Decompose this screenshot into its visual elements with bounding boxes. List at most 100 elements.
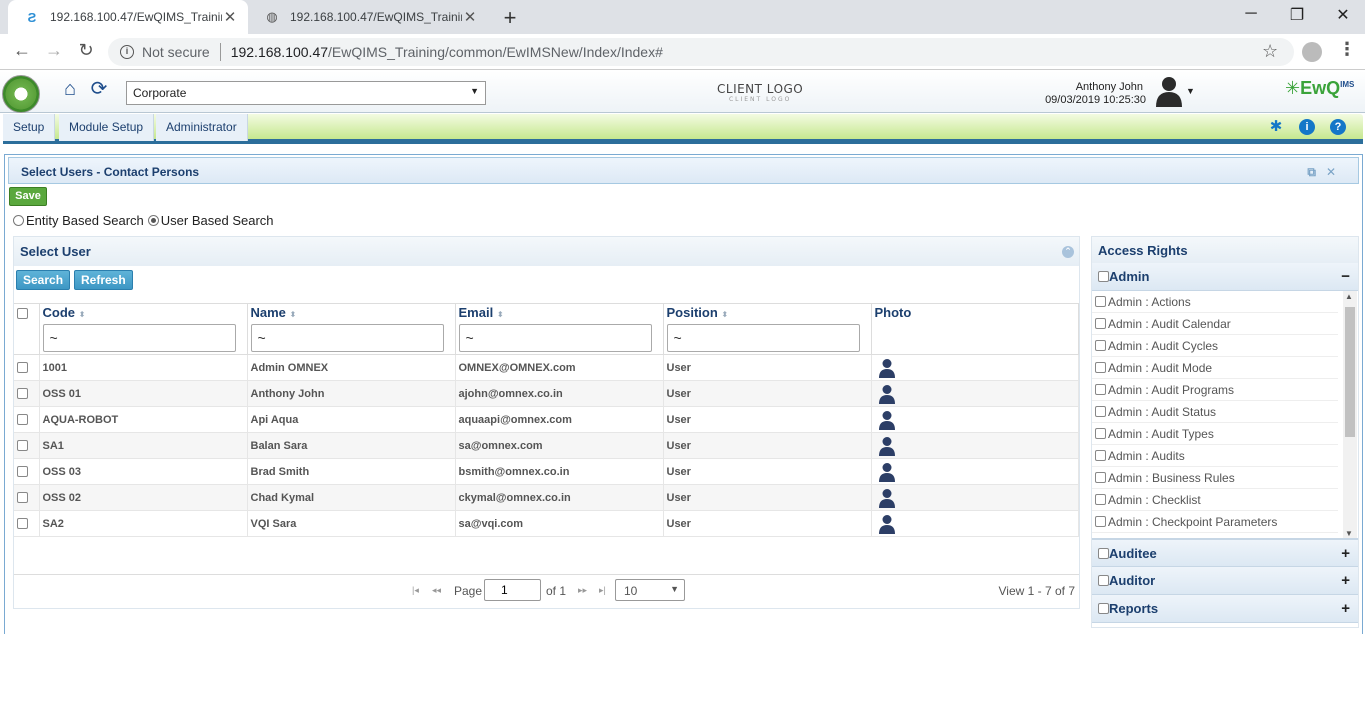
email-filter-input[interactable] [458, 323, 652, 352]
popout-icon[interactable]: ⧉ [1307, 165, 1326, 179]
expand-icon[interactable]: + [1341, 572, 1350, 589]
scrollbar-thumb[interactable] [1345, 307, 1355, 437]
access-right-item[interactable]: Admin : Business Rules [1092, 467, 1338, 489]
window-close-icon[interactable]: ✕ [1328, 5, 1358, 25]
column-header-email[interactable]: Email ⬍ [455, 303, 664, 322]
access-right-item[interactable]: Admin : Actions [1092, 291, 1338, 313]
info-icon[interactable]: i [120, 45, 134, 59]
menu-administrator[interactable]: Administrator [156, 114, 248, 141]
organization-select[interactable]: Corporate ▼ [126, 81, 486, 105]
access-right-checkbox[interactable] [1095, 340, 1106, 351]
row-checkbox[interactable] [17, 388, 28, 400]
restore-icon[interactable]: ❐ [1282, 5, 1312, 25]
last-page-icon[interactable]: ▸| [599, 585, 606, 596]
group-checkbox[interactable] [1098, 603, 1109, 614]
column-header-code[interactable]: Code ⬍ [39, 303, 248, 322]
access-group-auditor[interactable]: Auditor + [1092, 567, 1358, 595]
search-button[interactable]: Search [16, 270, 71, 290]
save-button[interactable]: Save [9, 187, 47, 206]
access-right-item[interactable]: Admin : Audit Mode [1092, 357, 1338, 379]
browser-menu-icon[interactable]: ⋮ [1338, 39, 1356, 60]
access-right-item[interactable]: Admin : Audit Cycles [1092, 335, 1338, 357]
row-checkbox[interactable] [17, 466, 28, 478]
profile-avatar[interactable] [1302, 42, 1322, 62]
back-arrow-icon[interactable]: ← [10, 40, 34, 61]
browser-tab-2[interactable]: ◍ 192.168.100.47/EwQIMS_Training ✕ [248, 0, 488, 34]
name-filter-input[interactable] [250, 323, 444, 352]
minimize-icon[interactable]: ─ [1236, 5, 1266, 23]
access-right-checkbox[interactable] [1095, 362, 1106, 373]
dialog-close-icon[interactable]: ✕ [1326, 165, 1346, 179]
bookmark-star-icon[interactable]: ☆ [1262, 41, 1278, 62]
user-based-search-radio[interactable] [147, 215, 159, 226]
help-icon[interactable]: ? [1330, 119, 1346, 135]
home-icon[interactable]: ⌂ [58, 77, 82, 101]
column-header-name[interactable]: Name ⬍ [247, 303, 456, 322]
refresh-button[interactable]: Refresh [74, 270, 133, 290]
access-group-reports[interactable]: Reports + [1092, 595, 1358, 623]
table-row[interactable]: OSS 03 Brad Smith bsmith@omnex.co.in User [14, 458, 1079, 485]
next-page-icon[interactable]: ▸▸ [578, 585, 587, 596]
row-checkbox[interactable] [17, 414, 28, 426]
access-right-item[interactable]: Admin : Audits [1092, 445, 1338, 467]
row-checkbox[interactable] [17, 362, 28, 374]
scrollbar[interactable]: ▲ ▼ [1343, 291, 1357, 538]
access-group-admin[interactable]: Admin − [1092, 263, 1358, 291]
group-checkbox[interactable] [1098, 547, 1109, 559]
row-checkbox[interactable] [17, 492, 28, 504]
page-number-input[interactable] [484, 579, 541, 601]
table-row[interactable]: AQUA-ROBOT Api Aqua aquaapi@omnex.com User [14, 406, 1079, 433]
table-row[interactable]: OSS 02 Chad Kymal ckymal@omnex.co.in User [14, 484, 1079, 511]
group-checkbox[interactable] [1098, 271, 1109, 282]
table-row[interactable]: SA1 Balan Sara sa@omnex.com User [14, 432, 1079, 459]
access-right-item[interactable]: Admin : Audit Calendar [1092, 313, 1338, 335]
access-group-auditee[interactable]: Auditee + [1092, 539, 1358, 567]
forward-arrow-icon[interactable]: → [42, 40, 66, 61]
collapse-icon[interactable]: − [1341, 268, 1350, 285]
reload-icon[interactable]: ↻ [74, 40, 98, 61]
row-checkbox[interactable] [17, 440, 28, 452]
browser-tab-1[interactable]: Ƨ 192.168.100.47/EwQIMS_Training ✕ [8, 0, 248, 34]
user-avatar-icon[interactable] [1154, 75, 1184, 107]
expand-icon[interactable]: + [1341, 545, 1350, 562]
access-right-checkbox[interactable] [1095, 406, 1106, 417]
access-right-checkbox[interactable] [1095, 450, 1106, 461]
close-tab-icon[interactable]: ✕ [222, 8, 238, 26]
access-right-checkbox[interactable] [1095, 384, 1106, 395]
prev-page-icon[interactable]: ◂◂ [432, 585, 441, 596]
entity-based-search-radio[interactable] [13, 215, 24, 226]
table-row[interactable]: SA2 VQI Sara sa@vqi.com User [14, 510, 1079, 537]
user-menu-chevron-icon[interactable]: ▼ [1186, 86, 1195, 96]
first-page-icon[interactable]: |◂ [412, 585, 419, 596]
menu-setup[interactable]: Setup [3, 114, 56, 141]
access-right-item[interactable]: Admin : Checklist [1092, 489, 1338, 511]
group-checkbox[interactable] [1098, 575, 1109, 586]
code-filter-input[interactable] [42, 323, 236, 352]
access-right-checkbox[interactable] [1095, 428, 1106, 439]
select-all-checkbox[interactable] [17, 308, 28, 320]
access-right-item[interactable]: Admin : Audit Programs [1092, 379, 1338, 401]
table-row[interactable]: OSS 01 Anthony John ajohn@omnex.co.in User [14, 380, 1079, 407]
access-right-checkbox[interactable] [1095, 296, 1106, 307]
access-right-checkbox[interactable] [1095, 472, 1106, 483]
column-header-position[interactable]: Position ⬍ [663, 303, 872, 322]
access-right-checkbox[interactable] [1095, 494, 1106, 505]
access-right-item[interactable]: Admin : Audit Status [1092, 401, 1338, 423]
access-right-checkbox[interactable] [1095, 516, 1106, 527]
access-right-checkbox[interactable] [1095, 318, 1106, 329]
close-tab-icon[interactable]: ✕ [462, 8, 478, 26]
expand-icon[interactable]: + [1341, 600, 1350, 617]
pin-icon[interactable]: ✱ [1268, 119, 1284, 135]
position-filter-input[interactable] [666, 323, 860, 352]
menu-module-setup[interactable]: Module Setup [59, 114, 155, 141]
access-right-item[interactable]: Admin : Checkpoint Parameters [1092, 511, 1338, 533]
refresh-icon[interactable]: ⟳ [87, 77, 111, 101]
row-checkbox[interactable] [17, 518, 28, 530]
new-tab-button[interactable]: + [498, 5, 522, 31]
access-right-item[interactable]: Admin : Audit Types [1092, 423, 1338, 445]
table-row[interactable]: 1001 Admin OMNEX OMNEX@OMNEX.com User [14, 354, 1079, 381]
collapse-icon[interactable]: ⌃ [1062, 246, 1074, 258]
info-circle-icon[interactable]: i [1299, 119, 1315, 135]
url-field[interactable]: i Not secure 192.168.100.47 /EwQIMS_Trai… [108, 38, 1294, 66]
page-size-select[interactable]: 10 ▼ [615, 579, 685, 601]
